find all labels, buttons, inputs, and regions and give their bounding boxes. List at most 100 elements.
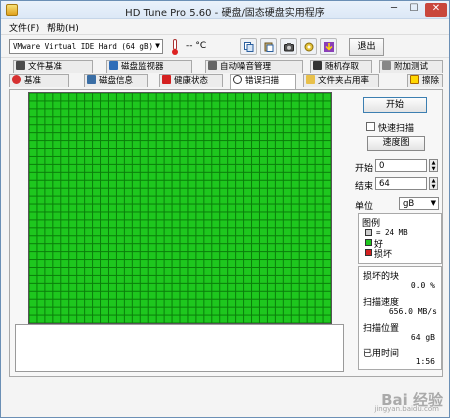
scan-block (85, 260, 93, 267)
end-position-spinner[interactable]: ▲ ▼ (429, 177, 438, 190)
scan-block (69, 180, 77, 188)
scan-block (267, 180, 275, 188)
scan-block (315, 204, 323, 212)
scan-block (220, 141, 228, 149)
scan-block (212, 275, 220, 283)
minimize-button[interactable]: ─ (385, 3, 403, 17)
scan-block (299, 109, 307, 117)
scan-block (267, 196, 275, 204)
scan-block (29, 252, 37, 260)
scan-block (228, 204, 236, 212)
scan-block (180, 180, 188, 188)
scan-block (156, 109, 164, 117)
scan-block (275, 252, 283, 260)
scan-block (323, 125, 331, 133)
scan-block (267, 141, 275, 149)
screenshot-button[interactable] (280, 38, 297, 55)
tab-file-benchmark[interactable]: 文件基准 (13, 60, 93, 73)
scan-block (132, 228, 140, 236)
scan-block (29, 125, 37, 133)
scan-block (252, 188, 259, 196)
scan-block (252, 228, 259, 236)
scan-block (204, 180, 212, 188)
tab-folder-usage[interactable]: 文件夹占用率 (303, 74, 379, 87)
scan-block (204, 275, 212, 283)
scan-block (101, 236, 108, 244)
start-position-spinner[interactable]: ▲ ▼ (429, 159, 438, 172)
scan-block (307, 188, 315, 196)
scan-block (116, 133, 124, 141)
scan-block (267, 307, 275, 315)
scan-block (204, 125, 212, 133)
window-title: HD Tune Pro 5.60 - 硬盘/固态硬盘实用程序 (125, 8, 325, 19)
drive-select[interactable]: VMware Virtual IDE Hard (64 gB) ▼ (9, 39, 163, 54)
scan-block (259, 307, 267, 315)
info-icon (87, 75, 96, 84)
scan-block (267, 315, 275, 323)
scan-block (323, 156, 331, 164)
menu-help[interactable]: 帮助(H) (47, 21, 79, 34)
scan-block (299, 244, 307, 252)
scan-block (299, 236, 307, 244)
scan-block (93, 267, 101, 275)
scan-block (37, 188, 45, 196)
scan-block (259, 93, 267, 101)
scan-block (315, 117, 323, 125)
scan-block (212, 164, 220, 172)
copy-button[interactable] (240, 38, 257, 55)
exit-button[interactable]: 退出 (349, 38, 384, 56)
scan-block (180, 125, 188, 133)
tab-disk-monitor[interactable]: 磁盘监视器 (106, 60, 192, 73)
close-button[interactable]: ✕ (425, 3, 447, 17)
scan-block (77, 164, 85, 172)
start-position-input[interactable]: 0 (375, 159, 427, 172)
scan-block (93, 236, 101, 244)
scan-block (124, 212, 132, 220)
tab-erase[interactable]: 擦除 (407, 74, 443, 87)
save-button[interactable] (320, 38, 337, 55)
scan-block (299, 188, 307, 196)
scan-block (156, 180, 164, 188)
tab-health[interactable]: 健康状态 (159, 74, 223, 87)
options-button[interactable] (300, 38, 317, 55)
scan-block (315, 93, 323, 101)
tab-extra-tests[interactable]: 附加测试 (379, 60, 443, 73)
scan-block (315, 252, 323, 260)
speed-map-button[interactable]: 速度图 (367, 136, 425, 151)
scan-block (116, 315, 124, 323)
scan-block (204, 252, 212, 260)
scan-block (204, 117, 212, 125)
scan-block (283, 204, 291, 212)
tab-random-access[interactable]: 随机存取 (310, 60, 372, 73)
scan-block (93, 180, 101, 188)
scan-block (148, 220, 156, 228)
scan-block (244, 275, 252, 283)
scan-block (45, 236, 53, 244)
scan-block (108, 196, 116, 204)
menu-file[interactable]: 文件(F) (9, 21, 39, 34)
scan-block (140, 244, 148, 252)
legend-box: 图例 = 24 MB 好 损坏 (358, 213, 442, 264)
scan-block (188, 315, 196, 323)
tab-benchmark[interactable]: 基准 (9, 74, 69, 87)
scan-block (140, 260, 148, 267)
scan-block (259, 236, 267, 244)
scan-block (148, 275, 156, 283)
quick-scan-checkbox[interactable] (366, 122, 375, 131)
scan-block (244, 149, 252, 156)
scan-block (116, 283, 124, 291)
start-button[interactable]: 开始 (363, 97, 427, 113)
paste-button[interactable] (260, 38, 277, 55)
tab-disk-info[interactable]: 磁盘信息 (84, 74, 148, 87)
scan-block (180, 204, 188, 212)
tab-aam[interactable]: 自动噪音管理 (205, 60, 303, 73)
maximize-button[interactable]: ☐ (405, 3, 423, 17)
scan-block (323, 141, 331, 149)
scan-block (291, 93, 299, 101)
tab-error-scan[interactable]: 错误扫描 (230, 74, 296, 89)
scan-block (172, 275, 180, 283)
scan-log-area[interactable] (15, 324, 344, 372)
end-position-input[interactable]: 64 (375, 177, 427, 190)
scan-block (124, 196, 132, 204)
unit-select[interactable]: gB ▼ (399, 197, 439, 210)
